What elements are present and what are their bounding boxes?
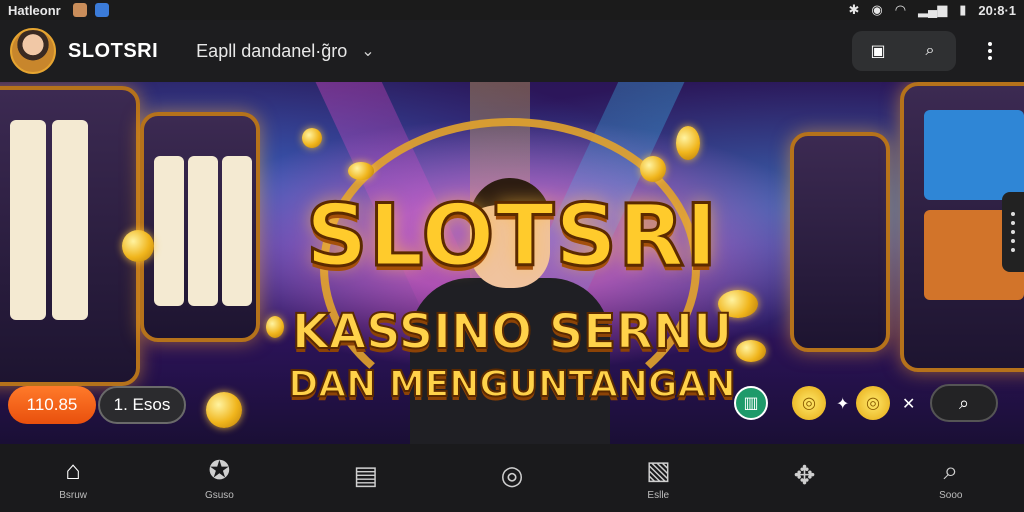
coin-icon — [348, 162, 374, 180]
status-time: 20:8·1 — [978, 2, 1016, 18]
home-icon: ⌂ — [65, 454, 81, 485]
nav-label: Gsuso — [204, 489, 234, 501]
nav-item-chart[interactable]: ▧ Eslle — [603, 456, 713, 501]
signal-icon: ▂▄▆ — [918, 2, 948, 17]
nav-item-home[interactable]: ⌂ Bsruw — [18, 456, 128, 501]
hero-title: SLOTSRI — [304, 185, 719, 288]
coin-icon — [640, 156, 666, 182]
nav-item-search[interactable]: ⌕ Sooo — [896, 456, 1006, 501]
nav-label: Bsruw — [59, 489, 88, 501]
search-icon: ⌕ — [943, 454, 959, 485]
more-vert-icon[interactable] — [980, 42, 1000, 60]
bluetooth-icon: ✱ — [848, 2, 860, 17]
side-panel-handle[interactable] — [1002, 192, 1024, 272]
character-suit — [410, 278, 610, 444]
search-icon: ⌕ — [958, 392, 970, 413]
notification-icon — [94, 3, 109, 17]
bottom-nav: ⌂ Bsruw ✪ Gsuso ▤ ◎ ▧ Eslle ✥ ⌕ Sooo — [0, 444, 1024, 512]
target-icon: ◎ — [500, 460, 524, 490]
brand-title: SLOTSRI — [68, 39, 159, 62]
coin-icon — [676, 126, 700, 160]
shuffle-icon: ✥ — [793, 460, 816, 490]
coin-icon[interactable]: ◎ — [792, 386, 826, 420]
nav-item-shuffle[interactable]: ✥ — [750, 461, 860, 495]
stats-icon[interactable]: ▥ — [734, 386, 768, 420]
star-icon: ✪ — [208, 454, 231, 485]
hero-banner[interactable]: SLOTSRI KASSINO SERNU DAN MENGUNTANGAN 1… — [0, 82, 1024, 444]
avatar[interactable] — [10, 28, 56, 74]
status-bar: Hatleonr ✱ ◉ ◠ ▂▄▆ ▮ 20:8·1 — [0, 0, 1024, 20]
chat-icon: ▤ — [353, 460, 378, 490]
status-app-name: Hatleonr — [8, 2, 61, 18]
nav-label: Sooo — [939, 489, 963, 501]
wifi-icon: ◠ — [894, 2, 907, 17]
notification-icon — [72, 3, 87, 17]
search-button[interactable]: ⌕ — [930, 384, 998, 422]
gallery-icon[interactable]: ▣ — [867, 40, 889, 62]
chevron-down-icon: ⌄ — [361, 43, 375, 60]
game-dropdown-label: Eapll dandanel·g̃ro — [196, 40, 348, 61]
coin-icon[interactable]: ◎ — [856, 386, 890, 420]
battery-icon: ▮ — [959, 2, 967, 17]
chart-icon: ▧ — [645, 454, 671, 485]
balance-button[interactable]: 110.85 — [8, 386, 96, 424]
header-action-group: ▣ ⌕ — [852, 31, 956, 71]
alarm-icon: ◉ — [871, 2, 883, 17]
nav-label: Eslle — [647, 489, 670, 501]
hero-subtitle-line1: KASSINO SERNU — [291, 303, 733, 361]
search-icon[interactable]: ⌕ — [919, 40, 941, 62]
game-dropdown[interactable]: Eapll dandanel·g̃ro ⌄ — [196, 41, 375, 62]
nav-item-target[interactable]: ◎ — [457, 461, 567, 495]
bet-button[interactable]: 1. Esos — [98, 386, 186, 424]
coin-icon — [302, 128, 322, 148]
shuffle-icon[interactable]: ✕ — [902, 394, 915, 414]
sparkle-icon: ✦ — [836, 396, 850, 413]
app-header: SLOTSRI Eapll dandanel·g̃ro ⌄ ▣ ⌕ — [0, 20, 1024, 82]
nav-item-star[interactable]: ✪ Gsuso — [164, 456, 274, 501]
nav-item-chat[interactable]: ▤ — [311, 461, 421, 495]
